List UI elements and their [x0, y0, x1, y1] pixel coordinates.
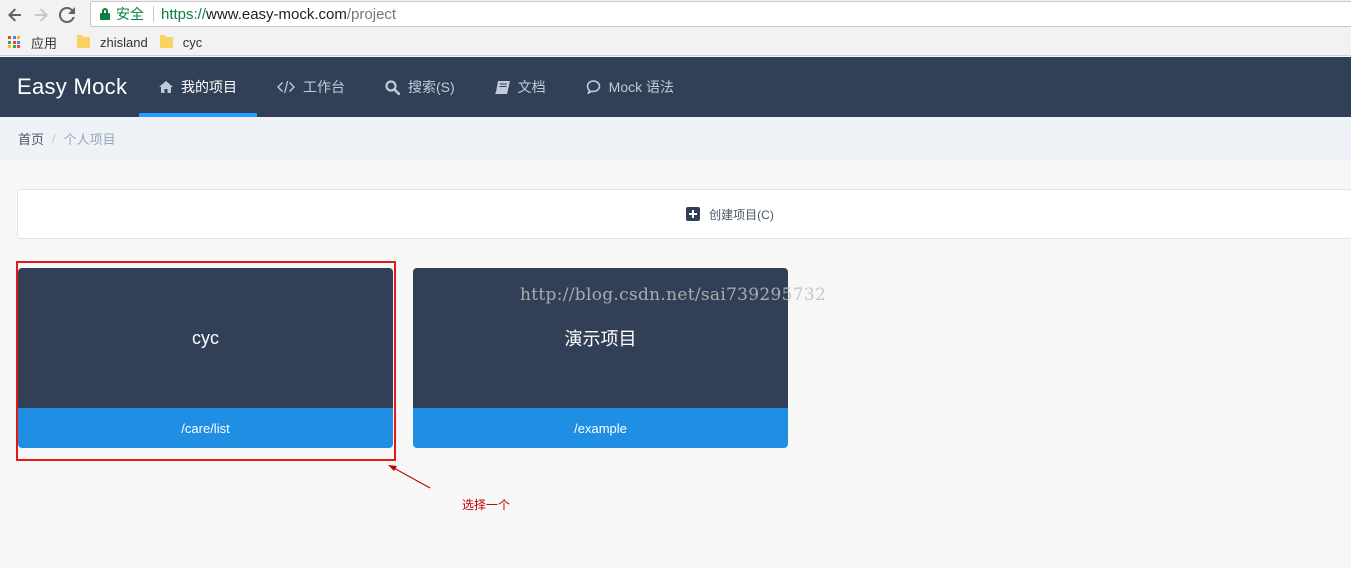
bookmarks-bar: 应用 zhisland cyc — [0, 29, 1351, 56]
plus-square-icon — [686, 207, 701, 221]
annotation-callout: 选择一个 — [462, 498, 511, 512]
browser-toolbar: 安全 https://www.easy-mock.com/project — [0, 0, 1351, 29]
apps-grid-icon — [8, 36, 20, 48]
app-header: Easy Mock 我的项目 工作台 搜索(S) 文档 Mock 语法 — [0, 57, 1351, 117]
nav-docs[interactable]: 文档 — [475, 57, 566, 117]
forward-icon[interactable] — [30, 4, 52, 26]
breadcrumb-current: 个人项目 — [63, 132, 116, 147]
book-icon — [494, 80, 510, 94]
search-icon — [385, 79, 400, 95]
project-name: 演示项目 — [413, 268, 788, 408]
annotation-arrow-icon — [388, 465, 431, 489]
create-project-label: 创建项目(C) — [709, 207, 774, 222]
nav-mock-syntax[interactable]: Mock 语法 — [566, 57, 694, 117]
project-card-example[interactable]: 演示项目 /example — [413, 268, 788, 448]
bookmark-cyc[interactable]: cyc — [159, 34, 203, 50]
breadcrumb: 首页 / 个人项目 — [0, 117, 1351, 160]
breadcrumb-home[interactable]: 首页 — [18, 129, 44, 148]
bookmark-label: 应用 — [31, 35, 58, 51]
lock-icon — [100, 8, 110, 20]
code-icon — [277, 81, 295, 93]
secure-label: 安全 — [116, 6, 144, 22]
bookmark-label: zhisland — [100, 34, 148, 50]
bookmark-zhisland[interactable]: zhisland — [77, 34, 148, 50]
bookmark-label: cyc — [182, 34, 203, 50]
reload-icon[interactable] — [56, 4, 78, 26]
url-path: /project — [346, 5, 397, 23]
nav-label: 搜索(S) — [408, 79, 455, 95]
omnibox-divider — [153, 6, 154, 22]
bookmark-apps[interactable]: 应用 — [8, 33, 57, 52]
back-icon[interactable] — [4, 4, 26, 26]
address-bar[interactable]: 安全 https://www.easy-mock.com/project — [90, 1, 1351, 27]
nav-workbench[interactable]: 工作台 — [257, 57, 365, 117]
nav-label: 工作台 — [303, 79, 345, 95]
create-project-button[interactable]: 创建项目(C) — [17, 189, 1351, 239]
comment-icon — [586, 80, 601, 94]
folder-icon — [159, 34, 173, 48]
nav-search[interactable]: 搜索(S) — [365, 57, 475, 117]
folder-icon — [77, 34, 91, 48]
url-host: www.easy-mock.com — [206, 5, 347, 23]
annotation-highlight-box — [16, 261, 396, 461]
home-icon — [159, 81, 173, 93]
nav-label: 我的项目 — [181, 79, 237, 95]
nav-label: 文档 — [517, 79, 546, 95]
url-scheme: https:// — [161, 5, 207, 23]
nav-my-projects[interactable]: 我的项目 — [139, 57, 257, 117]
project-path: /example — [413, 408, 788, 448]
nav-label: Mock 语法 — [608, 79, 675, 95]
breadcrumb-separator: / — [52, 131, 56, 146]
brand-logo[interactable]: Easy Mock — [17, 57, 139, 117]
